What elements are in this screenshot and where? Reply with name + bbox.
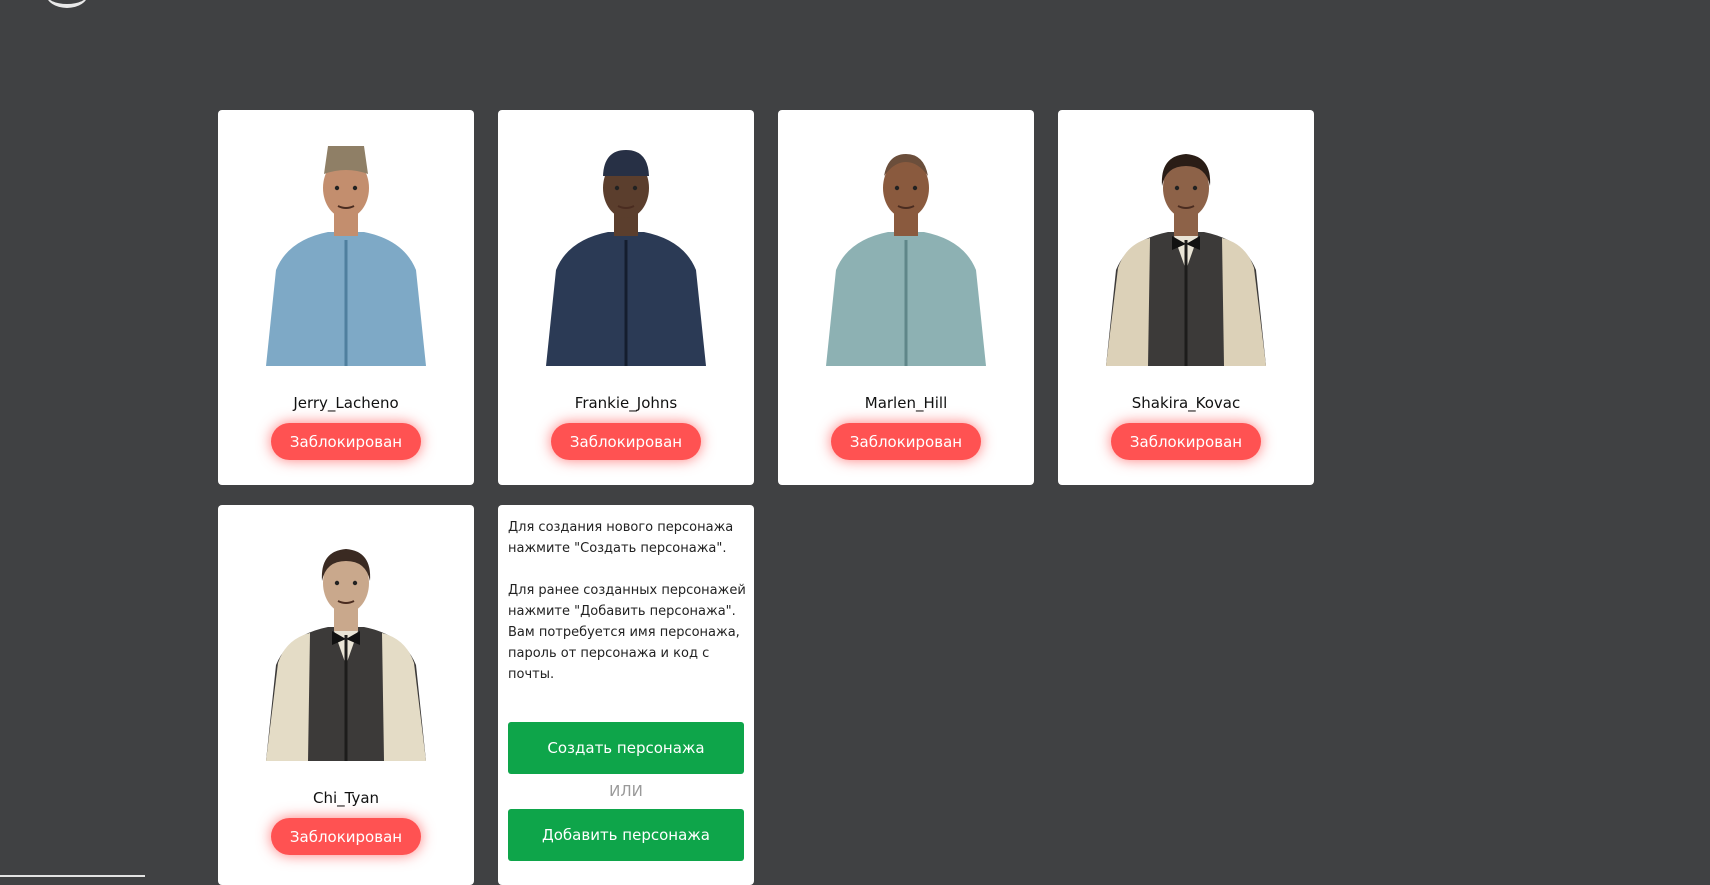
character-card-1[interactable]: Jerry_Lacheno Заблокирован: [218, 110, 474, 485]
character-name: Frankie_Johns: [574, 394, 678, 412]
create-instructions: Для создания нового персонажа нажмите "С…: [508, 520, 734, 556]
or-separator: ИЛИ: [609, 782, 643, 800]
add-instructions: Для ранее созданных персонажей нажмите "…: [508, 583, 746, 682]
character-card-3[interactable]: Marlen_Hill Заблокирован: [778, 110, 1034, 485]
create-character-button[interactable]: Создать персонажа: [508, 722, 744, 774]
banned-status-button[interactable]: Заблокирован: [831, 423, 981, 460]
character-portrait: [266, 549, 426, 761]
character-name: Chi_Tyan: [312, 789, 380, 807]
character-card-4[interactable]: Shakira_Kovac Заблокирован: [1058, 110, 1314, 485]
character-portrait: [826, 154, 986, 366]
character-card-5[interactable]: Chi_Tyan Заблокирован: [218, 505, 474, 885]
logo-fragment: [46, 0, 88, 8]
new-character-card: Для создания нового персонажа нажмите "С…: [498, 505, 754, 885]
character-name: Jerry_Lacheno: [293, 394, 399, 412]
character-portrait: [266, 146, 426, 366]
banned-status-button[interactable]: Заблокирован: [271, 423, 421, 460]
banned-status-button[interactable]: Заблокирован: [271, 818, 421, 855]
banned-status-button[interactable]: Заблокирован: [1111, 423, 1261, 460]
add-character-button[interactable]: Добавить персонажа: [508, 809, 744, 861]
banned-status-button[interactable]: Заблокирован: [551, 423, 701, 460]
character-name: Marlen_Hill: [864, 394, 948, 412]
character-portrait: [546, 150, 706, 366]
character-portrait: [1106, 154, 1266, 366]
character-name: Shakira_Kovac: [1131, 394, 1241, 412]
character-card-2[interactable]: Frankie_Johns Заблокирован: [498, 110, 754, 485]
